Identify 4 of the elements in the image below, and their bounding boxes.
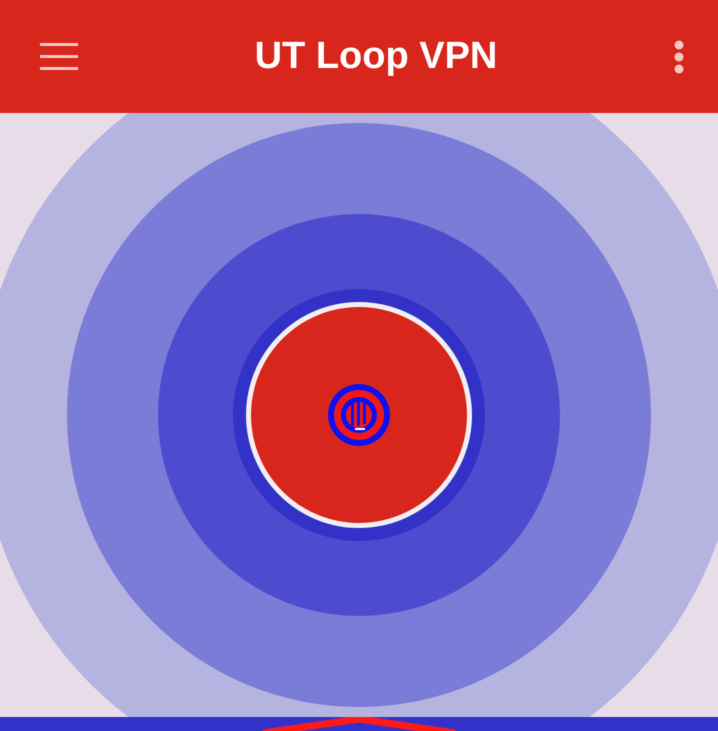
power-logo-icon bbox=[326, 382, 392, 448]
menu-icon bbox=[40, 42, 78, 70]
app-title: UT Loop VPN bbox=[254, 35, 498, 78]
more-options-icon bbox=[674, 40, 684, 74]
